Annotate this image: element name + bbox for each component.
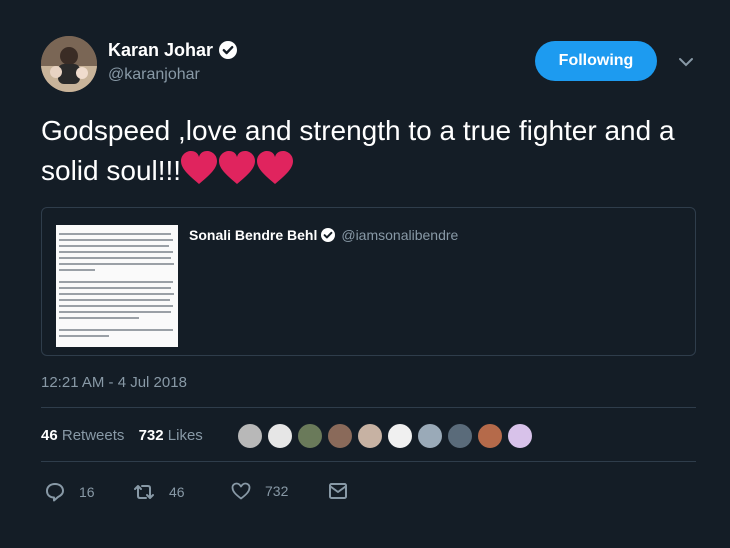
liker-avatar[interactable] [386, 422, 414, 450]
liker-avatar[interactable] [416, 422, 444, 450]
tweet-timestamp[interactable]: 12:21 AM - 4 Jul 2018 [41, 374, 187, 391]
like-count: 732 [265, 483, 289, 499]
liker-avatar[interactable] [326, 422, 354, 450]
divider [41, 461, 696, 462]
retweets-count: 46 [41, 427, 58, 444]
liker-avatar[interactable] [476, 422, 504, 450]
liker-avatar[interactable] [506, 422, 534, 450]
verified-badge-icon [219, 41, 238, 59]
retweet-icon [134, 485, 154, 499]
heart-outline-icon [231, 482, 251, 500]
tweet-card: Karan Johar @karanjohar Following Godspe… [0, 0, 730, 548]
quoted-tweet-image[interactable] [56, 225, 178, 347]
divider [41, 407, 696, 408]
tweet-text: Godspeed ,love and strength to a true fi… [41, 115, 675, 186]
liker-avatars [236, 422, 536, 450]
reply-count: 16 [79, 484, 95, 500]
quoted-tweet[interactable]: Sonali Bendre Behl @iamsonalibendre [41, 207, 696, 356]
chevron-down-icon[interactable] [677, 55, 695, 69]
quoted-author-handle: @iamsonalibendre [341, 227, 459, 243]
liker-avatar[interactable] [296, 422, 324, 450]
quoted-author-name: Sonali Bendre Behl [189, 227, 318, 243]
liker-avatar[interactable] [236, 422, 264, 450]
liker-avatar[interactable] [356, 422, 384, 450]
quoted-author-row: Sonali Bendre Behl @iamsonalibendre [189, 227, 458, 243]
likes-count: 732 [138, 427, 164, 444]
liker-avatar[interactable] [446, 422, 474, 450]
retweets-stat[interactable]: 46 Retweets [41, 427, 124, 444]
verified-badge-icon [321, 228, 336, 242]
author-name[interactable]: Karan Johar [108, 40, 213, 60]
author-name-row[interactable]: Karan Johar [108, 40, 238, 61]
retweet-button[interactable]: 46 [133, 482, 185, 502]
likes-label: Likes [167, 427, 203, 444]
author-avatar[interactable] [41, 36, 97, 92]
red-heart-icon [219, 151, 256, 184]
envelope-icon [329, 483, 347, 499]
retweet-count: 46 [169, 484, 185, 500]
following-button[interactable]: Following [535, 41, 657, 81]
hearts-emoji-group [181, 150, 295, 196]
like-button[interactable]: 732 [231, 482, 288, 500]
engagement-stats: 46 Retweets 732 Likes [41, 427, 213, 444]
red-heart-icon [181, 151, 218, 184]
reply-icon [46, 483, 64, 502]
tweet-text-block: Godspeed ,love and strength to a true fi… [41, 112, 701, 196]
reply-button[interactable]: 16 [45, 482, 95, 502]
liker-avatar[interactable] [266, 422, 294, 450]
direct-message-button[interactable] [328, 482, 362, 500]
author-handle[interactable]: @karanjohar [108, 66, 200, 84]
retweets-label: Retweets [61, 427, 125, 444]
red-heart-icon [257, 151, 294, 184]
likes-stat[interactable]: 732 Likes [139, 427, 203, 444]
